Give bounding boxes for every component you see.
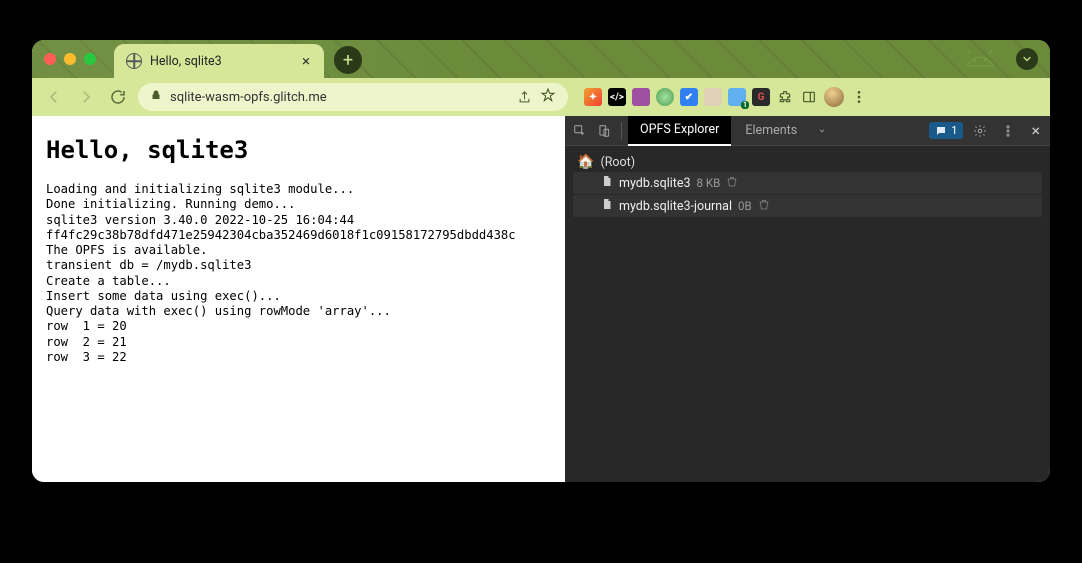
chrome-menu-icon[interactable] <box>850 88 868 106</box>
maximize-window-button[interactable] <box>84 53 96 65</box>
settings-icon[interactable] <box>969 120 991 142</box>
devtools-panel: OPFS Explorer Elements 1 × 🏠 (Root) <box>565 116 1050 482</box>
file-icon <box>601 174 613 192</box>
tree-file-row[interactable]: mydb.sqlite3-journal 0B <box>573 195 1042 217</box>
extension-icons: ✦ </> ✔ 1 G <box>584 87 868 107</box>
toolbar: sqlite-wasm-opfs.glitch.me ✦ </> ✔ 1 G <box>32 78 1050 116</box>
issues-badge[interactable]: 1 <box>929 122 963 139</box>
globe-icon <box>126 53 142 69</box>
extension-icon[interactable]: G <box>752 88 770 106</box>
extension-icon[interactable]: ✔ <box>680 88 698 106</box>
back-button[interactable] <box>42 85 66 109</box>
browser-tab[interactable]: Hello, sqlite3 × <box>114 44 324 78</box>
home-icon: 🏠 <box>577 154 594 170</box>
close-tab-button[interactable]: × <box>300 52 312 70</box>
share-icon[interactable] <box>516 89 532 105</box>
file-name: mydb.sqlite3-journal <box>619 199 732 214</box>
side-panel-icon[interactable] <box>800 88 818 106</box>
lock-icon <box>150 89 162 105</box>
browser-window: Hello, sqlite3 × + sqlite-wasm-opfs.glit… <box>32 40 1050 482</box>
page-heading: Hello, sqlite3 <box>46 136 551 164</box>
file-size: 0B <box>738 199 752 213</box>
extension-icon[interactable]: ✦ <box>584 88 602 106</box>
tab-title: Hello, sqlite3 <box>150 54 292 69</box>
page-content: Hello, sqlite3 Loading and initializing … <box>32 116 565 482</box>
tab-strip: Hello, sqlite3 × + <box>32 40 1050 78</box>
url-text: sqlite-wasm-opfs.glitch.me <box>170 90 508 105</box>
file-name: mydb.sqlite3 <box>619 176 691 191</box>
content-area: Hello, sqlite3 Loading and initializing … <box>32 116 1050 482</box>
minimize-window-button[interactable] <box>64 53 76 65</box>
extensions-menu-icon[interactable] <box>776 88 794 106</box>
badge-count: 1 <box>951 124 957 137</box>
close-devtools-button[interactable]: × <box>1025 121 1046 140</box>
tree-root[interactable]: 🏠 (Root) <box>573 152 1042 172</box>
extension-icon[interactable] <box>632 88 650 106</box>
extension-icon[interactable] <box>704 88 722 106</box>
devtools-tab-opfs[interactable]: OPFS Explorer <box>628 116 731 146</box>
devtools-tab-elements[interactable]: Elements <box>733 116 809 146</box>
opfs-tree: 🏠 (Root) mydb.sqlite3 8 KB mydb.sqlite3-… <box>565 146 1050 482</box>
inspect-element-icon[interactable] <box>569 120 591 142</box>
file-size: 8 KB <box>697 176 721 190</box>
window-controls <box>44 53 96 65</box>
extension-icon[interactable] <box>656 88 674 106</box>
more-tabs-icon[interactable] <box>811 120 833 142</box>
extension-icon[interactable]: </> <box>608 88 626 106</box>
extension-icon[interactable]: 1 <box>728 88 746 106</box>
close-window-button[interactable] <box>44 53 56 65</box>
profile-avatar[interactable] <box>824 87 844 107</box>
delete-file-button[interactable] <box>726 175 738 192</box>
bookmark-icon[interactable] <box>540 87 556 107</box>
tree-file-row[interactable]: mydb.sqlite3 8 KB <box>573 172 1042 194</box>
address-bar[interactable]: sqlite-wasm-opfs.glitch.me <box>138 83 568 111</box>
console-log: Loading and initializing sqlite3 module.… <box>46 182 551 365</box>
delete-file-button[interactable] <box>758 198 770 215</box>
reload-button[interactable] <box>106 85 130 109</box>
android-icon <box>958 42 1002 76</box>
file-icon <box>601 197 613 215</box>
new-tab-button[interactable]: + <box>334 46 362 74</box>
devtools-menu-icon[interactable] <box>997 120 1019 142</box>
overflow-menu-button[interactable] <box>1016 48 1038 70</box>
device-toggle-icon[interactable] <box>593 120 615 142</box>
root-label: (Root) <box>600 155 635 170</box>
devtools-tabbar: OPFS Explorer Elements 1 × <box>565 116 1050 146</box>
forward-button[interactable] <box>74 85 98 109</box>
